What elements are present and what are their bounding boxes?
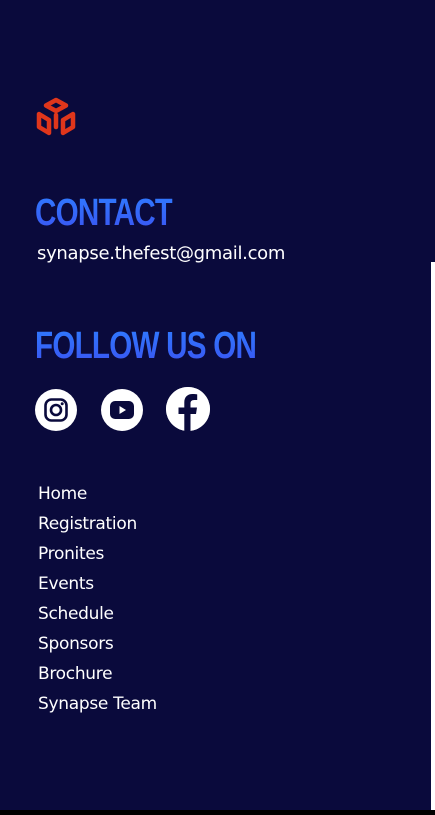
footer: Contact synapse.thefest@gmail.com Follow… (0, 0, 431, 810)
youtube-link[interactable] (101, 389, 143, 431)
contact-email[interactable]: synapse.thefest@gmail.com (37, 243, 285, 264)
facebook-link[interactable] (166, 387, 210, 431)
instagram-icon (44, 398, 68, 422)
nav-item-events[interactable]: Events (38, 572, 157, 602)
nav-item-brochure[interactable]: Brochure (38, 662, 157, 692)
nav-item-synapse-team[interactable]: Synapse Team (38, 692, 157, 722)
footer-nav: Home Registration Pronites Events Schedu… (38, 482, 157, 722)
bottom-edge (0, 810, 435, 815)
nav-item-pronites[interactable]: Pronites (38, 542, 157, 572)
instagram-link[interactable] (35, 389, 77, 431)
nav-item-schedule[interactable]: Schedule (38, 602, 157, 632)
scrollbar-thumb[interactable] (431, 0, 435, 262)
facebook-icon (166, 387, 210, 431)
follow-us-heading: Follow us on (35, 325, 257, 367)
contact-heading: Contact (35, 192, 173, 234)
cubes-logo-icon (36, 97, 76, 136)
nav-item-home[interactable]: Home (38, 482, 157, 512)
scrollbar[interactable] (431, 0, 435, 815)
youtube-icon (110, 401, 134, 419)
nav-item-sponsors[interactable]: Sponsors (38, 632, 157, 662)
nav-item-registration[interactable]: Registration (38, 512, 157, 542)
